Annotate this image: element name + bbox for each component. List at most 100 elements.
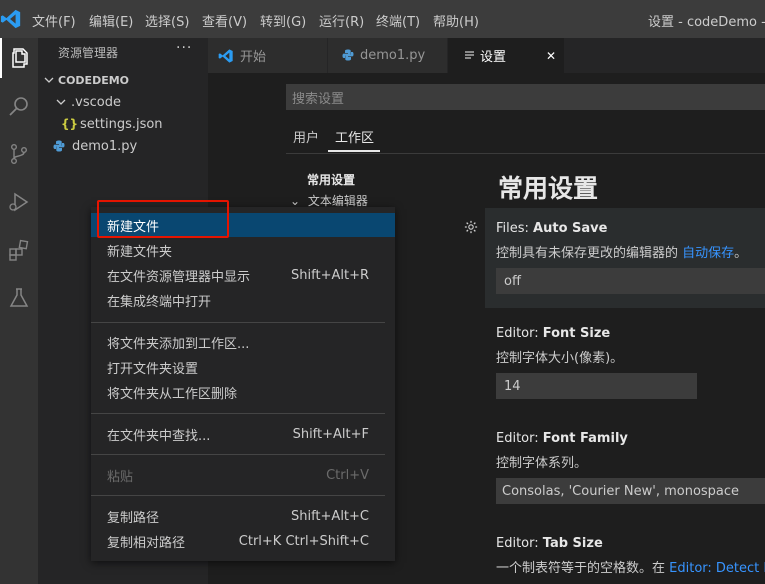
setting-desc-auto-save: 控制具有未保存更改的编辑器的 自动保存。: [496, 242, 747, 261]
menu-item-find-in-folder[interactable]: 在文件夹中查找... Shift+Alt+F: [91, 422, 395, 446]
menu-item-shortcut: Shift+Alt+C: [290, 508, 369, 524]
menu-selection[interactable]: 选择(S): [145, 11, 189, 30]
search-placeholder: 搜索设置: [292, 92, 345, 107]
setting-desc-end: 。: [734, 246, 748, 261]
menu-item-paste[interactable]: 粘贴 Ctrl+V: [91, 463, 395, 487]
menu-item-reveal-in-explorer[interactable]: 在文件资源管理器中显示 Shift+Alt+R: [91, 263, 395, 287]
menu-item-folder-settings[interactable]: 打开文件夹设置: [91, 355, 395, 379]
title-bar: 文件(F) 编辑(E) 选择(S) 查看(V) 转到(G) 运行(R) 终端(T…: [0, 0, 765, 38]
more-actions-icon[interactable]: ···: [176, 40, 192, 56]
menu-item-shortcut: Ctrl+V: [326, 467, 369, 483]
setting-name: Font Size: [542, 326, 611, 341]
chevron-down-icon: ⌄: [290, 194, 301, 208]
menu-separator: [91, 454, 385, 455]
extensions-icon[interactable]: [0, 230, 38, 270]
python-icon: [342, 49, 354, 61]
menu-item-remove-folder[interactable]: 将文件夹从工作区删除: [91, 380, 395, 404]
setting-desc-tab-size: 一个制表符等于的空格数。在 Editor: Detect Inc: [496, 557, 765, 576]
font-size-input[interactable]: 14: [496, 373, 697, 399]
setting-title-tab-size: Editor: Tab Size: [496, 536, 603, 551]
folder-label: .vscode: [71, 94, 121, 110]
menu-item-copy-path[interactable]: 复制路径 Shift+Alt+C: [91, 504, 395, 528]
run-debug-icon[interactable]: [0, 182, 38, 222]
menu-run[interactable]: 运行(R): [319, 11, 364, 30]
json-file-icon: {}: [61, 117, 79, 131]
menu-separator: [91, 495, 385, 496]
setting-category: Editor:: [496, 431, 543, 446]
menu-go[interactable]: 转到(G): [260, 11, 306, 30]
close-icon[interactable]: ✕: [546, 49, 556, 63]
tree-folder-vscode[interactable]: .vscode: [38, 91, 208, 113]
tree-file-demo1-py[interactable]: demo1.py: [38, 135, 208, 157]
detect-indentation-link[interactable]: Editor: Detect Inc: [669, 561, 765, 576]
tab-workspace-scope[interactable]: 工作区: [335, 127, 374, 146]
menu-separator: [91, 413, 385, 414]
tab-label: 开始: [240, 50, 267, 65]
setting-desc-text: 控制具有未保存更改的编辑器的: [496, 246, 683, 261]
menu-item-shortcut: Shift+Alt+R: [291, 267, 369, 283]
auto-save-link[interactable]: 自动保存: [682, 246, 734, 261]
setting-title-auto-save: Files: Auto Save: [496, 221, 607, 236]
tab-label: 设置: [480, 50, 507, 65]
menu-terminal[interactable]: 终端(T): [376, 11, 420, 30]
menu-item-copy-relative-path[interactable]: 复制相对路径 Ctrl+K Ctrl+Shift+C: [91, 529, 395, 553]
workspace-root-label: CODEDEMO: [58, 73, 130, 87]
menu-separator: [91, 322, 385, 323]
tree-root-codedemo[interactable]: CODEDEMO: [38, 69, 208, 91]
menu-item-label: 粘贴: [107, 469, 134, 485]
menu-file[interactable]: 文件(F): [32, 11, 76, 30]
setting-desc-font-size: 控制字体大小(像素)。: [496, 351, 624, 366]
setting-name: Font Family: [542, 431, 628, 446]
menu-item-shortcut: Shift+Alt+F: [292, 426, 369, 442]
section-title: 常用设置: [498, 174, 599, 203]
setting-title-font-size: Editor: Font Size: [496, 326, 610, 341]
annotation-highlight-box: [97, 200, 229, 238]
active-scope-indicator: [328, 150, 380, 152]
menu-item-label: 在文件夹中查找...: [107, 428, 211, 444]
menu-item-add-folder-to-workspace[interactable]: 将文件夹添加到工作区...: [91, 330, 395, 354]
activity-bar: [0, 38, 38, 584]
explorer-icon[interactable]: [0, 38, 38, 78]
file-label: demo1.py: [72, 138, 138, 154]
tab-demo1-py[interactable]: demo1.py: [328, 38, 447, 73]
settings-file-icon: [465, 51, 474, 59]
search-icon[interactable]: [0, 86, 38, 126]
vscode-logo-icon: [0, 9, 21, 29]
menu-item-label: 新建文件夹: [107, 244, 173, 260]
vscode-logo-icon: [218, 49, 233, 63]
search-settings-input[interactable]: 搜索设置: [286, 84, 765, 110]
setting-category: Files:: [496, 221, 534, 236]
setting-name: Tab Size: [542, 536, 603, 551]
menu-item-label: 复制路径: [107, 510, 160, 526]
editor-tab-bar: 开始 demo1.py 设置 ✕: [208, 38, 765, 73]
menu-item-shortcut: Ctrl+K Ctrl+Shift+C: [238, 533, 369, 549]
tab-settings[interactable]: 设置 ✕: [448, 38, 564, 73]
chevron-down-icon: [56, 99, 66, 105]
toc-label: 文本编辑器: [307, 194, 368, 208]
setting-desc-font-family: 控制字体系列。: [496, 456, 588, 471]
toc-common-settings[interactable]: 常用设置: [307, 171, 355, 188]
menu-help[interactable]: 帮助(H): [433, 11, 479, 30]
python-icon: [53, 140, 65, 152]
menu-item-label: 在文件资源管理器中显示: [107, 269, 251, 285]
tab-welcome[interactable]: 开始: [208, 38, 327, 73]
menu-item-label: 在集成终端中打开: [107, 294, 212, 310]
tree-file-settings-json[interactable]: {} settings.json: [38, 113, 208, 135]
setting-category: Editor:: [496, 536, 543, 551]
font-family-input[interactable]: Consolas, 'Courier New', monospace: [496, 478, 765, 504]
menu-item-label: 打开文件夹设置: [107, 361, 199, 377]
menu-item-label: 将文件夹添加到工作区...: [107, 336, 250, 352]
scope-divider: [286, 153, 765, 154]
menu-item-open-in-terminal[interactable]: 在集成终端中打开: [91, 288, 395, 312]
menu-item-new-folder[interactable]: 新建文件夹: [91, 238, 395, 262]
menu-item-label: 将文件夹从工作区删除: [107, 386, 238, 402]
setting-category: Editor:: [496, 326, 543, 341]
source-control-icon[interactable]: [0, 134, 38, 174]
gear-icon[interactable]: [464, 220, 478, 234]
menu-view[interactable]: 查看(V): [202, 11, 247, 30]
tab-user-scope[interactable]: 用户: [293, 127, 319, 146]
testing-icon[interactable]: [0, 278, 38, 318]
auto-save-select[interactable]: off: [496, 268, 765, 294]
setting-title-font-family: Editor: Font Family: [496, 431, 628, 446]
menu-edit[interactable]: 编辑(E): [89, 11, 133, 30]
